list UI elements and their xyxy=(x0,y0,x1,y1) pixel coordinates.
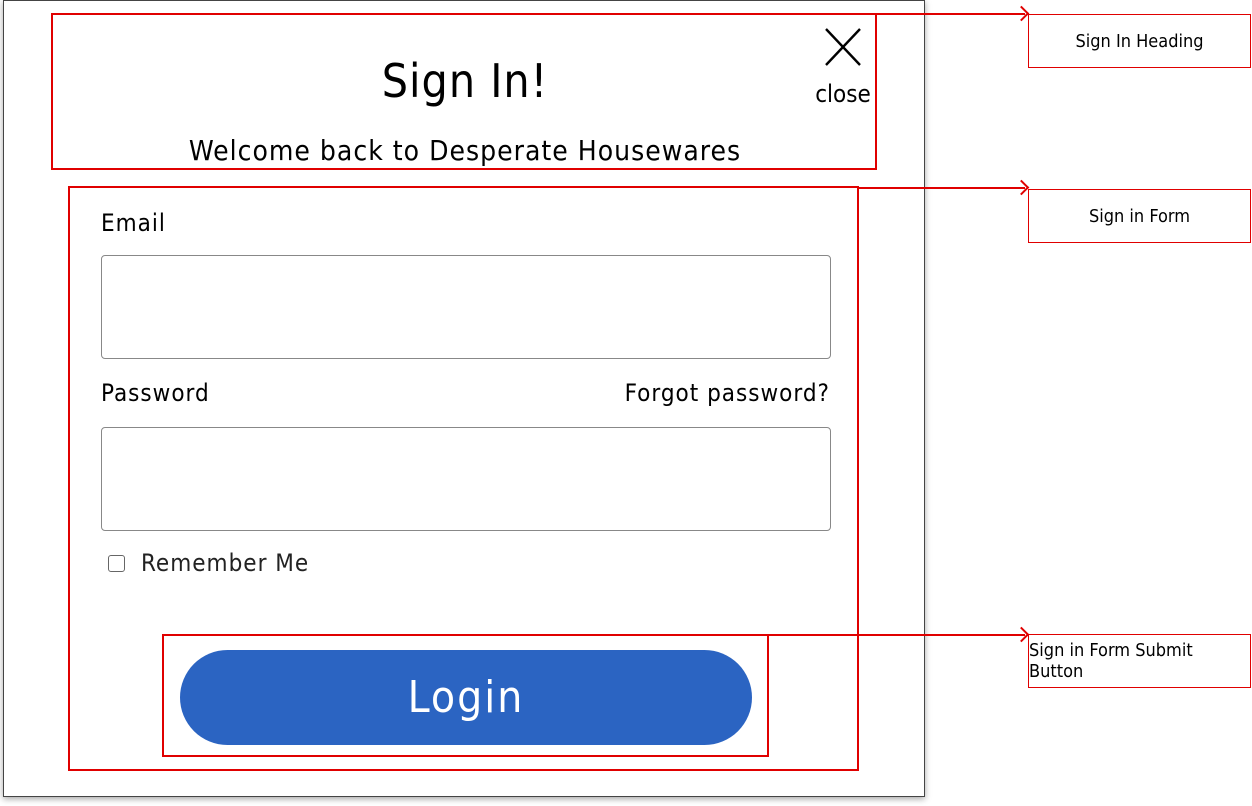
screenshot-stage: Sign In! close Welcome back to Desperate… xyxy=(0,0,1252,806)
annotation-form-arrowhead xyxy=(1013,179,1030,196)
annotation-form-connector xyxy=(859,187,1025,189)
login-button[interactable]: Login xyxy=(180,650,752,745)
sign-in-heading: Sign In! xyxy=(381,54,549,108)
callout-sign-in-heading: Sign In Heading xyxy=(1028,14,1251,68)
annotation-heading-arrowhead xyxy=(1013,5,1030,22)
email-input[interactable] xyxy=(101,255,831,359)
sign-in-modal: Sign In! close Welcome back to Desperate… xyxy=(3,0,925,797)
annotation-heading-connector xyxy=(877,13,1025,15)
callout-sign-in-form: Sign in Form xyxy=(1028,189,1251,243)
annotation-submit-connector xyxy=(769,634,1025,636)
welcome-subtitle: Welcome back to Desperate Housewares xyxy=(188,134,742,167)
password-input[interactable] xyxy=(101,427,831,531)
close-button[interactable]: close xyxy=(810,27,871,111)
email-label: Email xyxy=(101,209,166,237)
password-label: Password xyxy=(101,379,210,407)
remember-me-row: Remember Me xyxy=(108,546,309,580)
annotation-submit-arrowhead xyxy=(1013,626,1030,643)
close-x-icon xyxy=(825,28,861,66)
close-label: close xyxy=(815,80,871,108)
remember-me-label: Remember Me xyxy=(141,549,310,577)
callout-submit-button: Sign in Form Submit Button xyxy=(1028,634,1251,688)
remember-me-checkbox[interactable] xyxy=(108,554,125,572)
forgot-password-link[interactable]: Forgot password? xyxy=(604,378,830,408)
